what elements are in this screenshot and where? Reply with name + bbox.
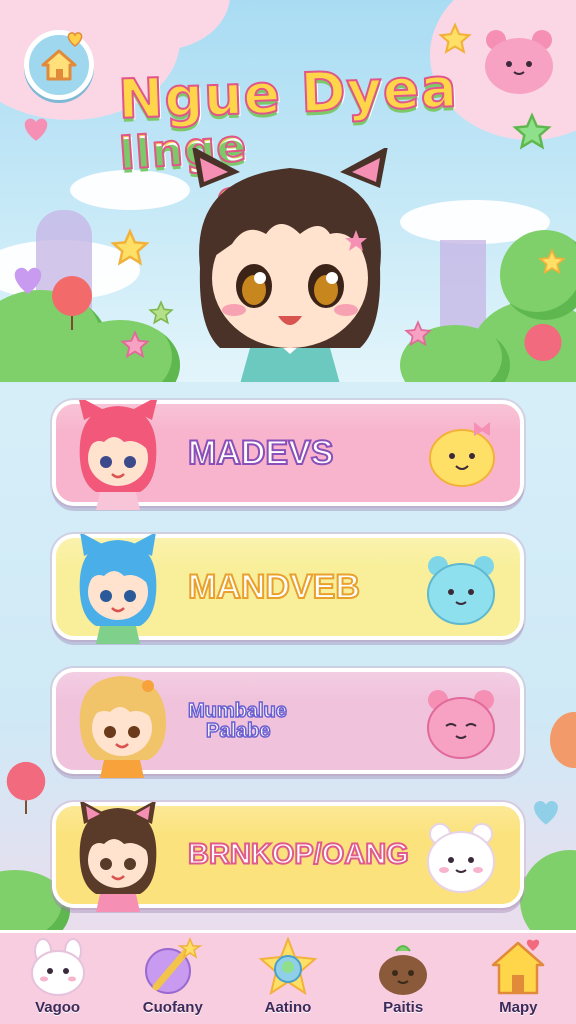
- pink-bear-icon: [427, 690, 495, 759]
- menu-item-1-label: MADEVS: [187, 434, 334, 472]
- house-icon: [492, 939, 545, 995]
- nav-item-cuofany[interactable]: Cuofany: [123, 937, 223, 1016]
- main-menu: MADEVS MANDVEB Mumbalue Palabe BRNKOP/OA…: [52, 400, 524, 936]
- nav-label-cuofany: Cuofany: [142, 999, 203, 1016]
- bottom-nav: Vagoo Cuofany Aatino Paitis Mapy: [0, 930, 576, 1024]
- menu-item-2[interactable]: MANDVEB: [52, 534, 524, 644]
- menu-item-3-label-line2: Palabe: [205, 720, 271, 742]
- nav-label-vagoo: Vagoo: [35, 999, 81, 1016]
- nav-item-vagoo[interactable]: Vagoo: [8, 937, 108, 1016]
- blonde-girl-avatar: [79, 676, 167, 778]
- menu-item-1[interactable]: MADEVS: [52, 400, 524, 510]
- star-icon: [512, 112, 552, 150]
- hero-banner: Ngue Dyea llnge ouan: [0, 0, 576, 382]
- heart-icon: [534, 801, 558, 825]
- star-badge-icon: [258, 937, 318, 996]
- nav-item-paitis[interactable]: Paitis: [353, 937, 453, 1016]
- star-icon: [120, 330, 150, 359]
- mascot-character: [192, 148, 388, 382]
- menu-item-3-label-line1: Mumbalue: [187, 700, 287, 722]
- acorn-icon: [379, 945, 428, 995]
- yellow-chick-icon: [429, 422, 495, 487]
- star-icon: [438, 22, 472, 54]
- menu-item-4[interactable]: BRNKOP/OANG: [52, 802, 524, 912]
- teal-bear-icon: [427, 556, 495, 625]
- balloon-icon: [550, 712, 576, 768]
- star-icon: [538, 248, 566, 275]
- menu-item-3-label: Mumbalue Palabe: [187, 700, 287, 742]
- nav-label-paitis: Paitis: [383, 999, 424, 1016]
- menu-item-4-label: BRNKOP/OANG: [187, 838, 410, 871]
- star-icon: [110, 228, 150, 266]
- balloon-icon: [524, 323, 562, 361]
- pink-hair-girl-avatar: [79, 400, 157, 510]
- nav-label-aatino: Aatino: [264, 999, 312, 1016]
- balloon-icon: [6, 761, 46, 814]
- heart-icon: [14, 267, 42, 294]
- white-bunny-icon: [427, 823, 495, 893]
- balloon-icon: [52, 276, 92, 330]
- blue-hair-cat-girl-avatar: [79, 534, 157, 644]
- heart-icon: [67, 32, 83, 47]
- brown-hair-cat-girl-avatar: [79, 802, 157, 912]
- building-silhouette: [440, 240, 486, 330]
- menu-item-2-label: MANDVEB: [187, 568, 361, 606]
- wand-icon: [144, 937, 203, 994]
- bunny-icon: [30, 938, 85, 996]
- nav-item-aatino[interactable]: Aatino: [238, 937, 338, 1016]
- nav-label-mapy: Mapy: [499, 999, 538, 1016]
- app-root: Ngue Dyea llnge ouan: [0, 0, 576, 1024]
- nav-item-mapy[interactable]: Mapy: [468, 937, 568, 1016]
- menu-item-3[interactable]: Mumbalue Palabe: [52, 668, 524, 778]
